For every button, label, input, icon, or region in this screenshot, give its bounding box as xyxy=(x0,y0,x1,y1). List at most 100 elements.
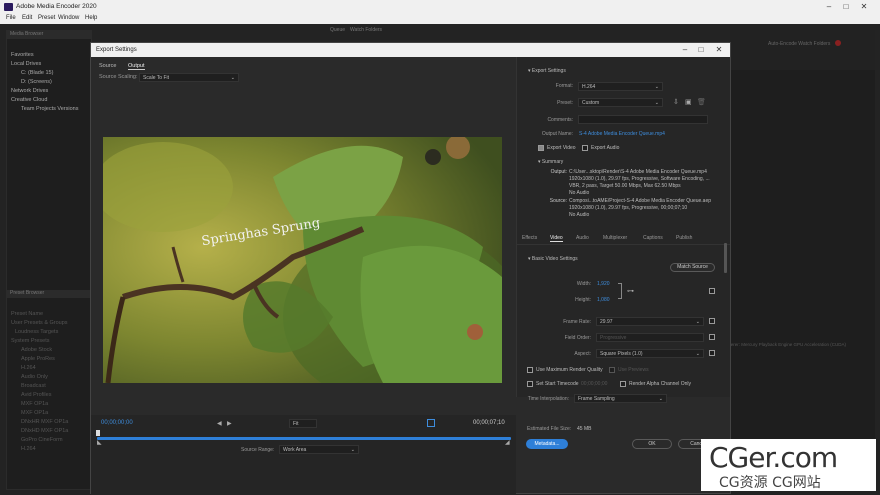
preset-list-item[interactable]: H.264 xyxy=(7,364,91,373)
renderer-label[interactable]: Renderer: Mercury Playback Engine GPU Ac… xyxy=(720,342,846,347)
in-point-icon[interactable]: ◣ xyxy=(97,439,102,446)
aspect-value: Square Pixels (1.0) xyxy=(600,351,643,357)
source-scaling-dropdown[interactable]: Scale To Fit ⌄ xyxy=(139,73,239,82)
media-browser-item[interactable]: Team Projects Versions xyxy=(7,105,91,114)
preset-list-item: Preset Name xyxy=(11,311,44,317)
close-icon[interactable]: ✕ xyxy=(712,44,726,56)
menu-window[interactable]: Window xyxy=(58,15,79,21)
comments-input[interactable] xyxy=(578,115,708,124)
menu-edit[interactable]: Edit xyxy=(22,15,32,21)
media-browser-item[interactable]: Favorites xyxy=(7,51,91,60)
video-preview: Springhas Sprung xyxy=(103,137,502,383)
frame-rate-label: Frame Rate: xyxy=(563,319,591,325)
maximize-icon[interactable]: □ xyxy=(839,1,853,13)
watch-folders-tab[interactable]: Watch Folders xyxy=(350,27,382,33)
import-preset-icon[interactable]: ▣ xyxy=(685,98,692,106)
preset-list-item[interactable]: Loudness Targets xyxy=(7,328,91,337)
preset-list-item[interactable]: DNxHR MXF OP1a xyxy=(7,418,91,427)
tab-video[interactable]: Video xyxy=(550,235,563,242)
timeline-scrubber[interactable] xyxy=(97,437,511,440)
close-icon[interactable]: ✕ xyxy=(857,1,871,13)
export-video-checkbox[interactable] xyxy=(538,145,544,151)
ok-button[interactable]: OK xyxy=(632,439,672,449)
auto-encode-label[interactable]: Auto-Encode Watch Folders xyxy=(768,41,830,47)
menu-bar: File Edit Preset Window Help xyxy=(0,14,880,24)
preset-list-item[interactable]: Audio Only xyxy=(7,373,91,382)
width-value[interactable]: 1,920 xyxy=(597,281,610,287)
summary-header[interactable]: ▾ Summary xyxy=(538,159,563,165)
crop-icon[interactable] xyxy=(427,419,435,427)
preset-list-item[interactable]: Avid Profiles xyxy=(7,391,91,400)
start-timecode-checkbox[interactable] xyxy=(527,381,533,387)
menu-help[interactable]: Help xyxy=(85,15,97,21)
menu-preset[interactable]: Preset xyxy=(38,15,55,21)
render-alpha-checkbox[interactable] xyxy=(620,381,626,387)
tab-audio[interactable]: Audio xyxy=(576,235,589,241)
time-interpolation-dropdown[interactable]: Frame Sampling ⌄ xyxy=(574,394,667,403)
out-point-icon[interactable]: ◢ xyxy=(505,439,510,446)
set-in-icon[interactable]: ◀ xyxy=(217,420,222,427)
tab-publish[interactable]: Publish xyxy=(676,235,692,241)
minimize-icon[interactable]: – xyxy=(678,44,692,56)
preset-list-item[interactable]: DNxHD MXF OP1a xyxy=(7,427,91,436)
format-dropdown[interactable]: H.264 ⌄ xyxy=(578,82,663,91)
preset-list-item[interactable]: MXF OP1a xyxy=(7,409,91,418)
start-timecode-value[interactable]: 00;00;00;00 xyxy=(581,381,607,387)
chain-link-icon[interactable]: ⊶ xyxy=(627,287,634,295)
media-browser-item[interactable]: D: (Screens) xyxy=(7,78,91,87)
tab-multiplexer[interactable]: Multiplexer xyxy=(603,235,627,241)
tab-captions[interactable]: Captions xyxy=(643,235,663,241)
media-browser-header[interactable]: Media Browser xyxy=(7,31,91,39)
source-scaling-value: Scale To Fit xyxy=(143,75,170,81)
match-frame-rate-checkbox[interactable] xyxy=(709,318,715,324)
maximize-icon[interactable]: □ xyxy=(694,44,708,56)
export-audio-checkbox[interactable] xyxy=(582,145,588,151)
preset-list-item[interactable]: Adobe Stock xyxy=(7,346,91,355)
preset-list-item[interactable]: Apple ProRes xyxy=(7,355,91,364)
queue-tab[interactable]: Queue xyxy=(330,27,345,33)
preset-dropdown[interactable]: Custom ⌄ xyxy=(578,98,663,107)
tab-effects[interactable]: Effects xyxy=(522,235,537,241)
match-aspect-checkbox[interactable] xyxy=(709,350,715,356)
zoom-dropdown[interactable]: Fit xyxy=(289,419,317,428)
tab-output[interactable]: Output xyxy=(128,63,145,70)
save-preset-icon[interactable]: ⇩ xyxy=(673,98,679,106)
settings-scrollbar[interactable] xyxy=(724,243,727,273)
preset-list-item[interactable]: User Presets & Groups xyxy=(7,319,91,328)
set-out-icon[interactable]: ▶ xyxy=(227,420,232,427)
preset-browser-header[interactable]: Preset Browser xyxy=(7,290,91,298)
output-name-link[interactable]: S-4 Adobe Media Encoder Queue.mp4 xyxy=(579,131,665,137)
preset-list-item[interactable]: MXF OP1a xyxy=(7,400,91,409)
preset-list-item[interactable]: H.264 xyxy=(7,445,91,454)
tab-source[interactable]: Source xyxy=(99,63,116,69)
media-browser-item[interactable]: Local Drives xyxy=(7,60,91,69)
match-dimensions-checkbox[interactable] xyxy=(709,288,715,294)
source-range-dropdown[interactable]: Work Area ⌄ xyxy=(279,445,359,454)
basic-video-header[interactable]: ▾ Basic Video Settings xyxy=(528,256,578,262)
metadata-button[interactable]: Metadata... xyxy=(526,439,568,449)
queue-panel: Queue Watch Folders Auto-Encode Watch Fo… xyxy=(330,27,875,490)
use-previews-checkbox[interactable] xyxy=(609,367,615,373)
field-order-dropdown[interactable]: Progressive xyxy=(596,333,704,342)
minimize-icon[interactable]: – xyxy=(822,1,836,13)
delete-preset-icon[interactable]: 🗑 xyxy=(697,98,706,106)
max-render-quality-checkbox[interactable] xyxy=(527,367,533,373)
preset-list-item[interactable]: Broadcast xyxy=(7,382,91,391)
preset-list-item[interactable]: GoPro CineForm xyxy=(7,436,91,445)
frame-rate-dropdown[interactable]: 29.97 ⌄ xyxy=(596,317,704,326)
stop-icon[interactable] xyxy=(835,40,841,46)
preset-list-item[interactable]: System Presets xyxy=(7,337,91,346)
media-browser-item[interactable]: C: (Blade 15) xyxy=(7,69,91,78)
export-settings-header[interactable]: ▾ Export Settings xyxy=(528,68,566,74)
height-value[interactable]: 1,080 xyxy=(597,297,610,303)
playhead-icon[interactable] xyxy=(96,430,100,436)
dialog-titlebar: Export Settings – □ ✕ xyxy=(91,43,730,57)
menu-file[interactable]: File xyxy=(6,15,16,21)
media-browser-item[interactable]: Creative Cloud xyxy=(7,96,91,105)
match-source-button[interactable]: Match Source xyxy=(670,263,715,272)
timecode-in[interactable]: 00;00;00;00 xyxy=(101,420,133,426)
export-video-label: Export Video xyxy=(547,145,576,151)
aspect-dropdown[interactable]: Square Pixels (1.0) ⌄ xyxy=(596,349,704,358)
media-browser-item[interactable]: Network Drives xyxy=(7,87,91,96)
match-field-order-checkbox[interactable] xyxy=(709,334,715,340)
